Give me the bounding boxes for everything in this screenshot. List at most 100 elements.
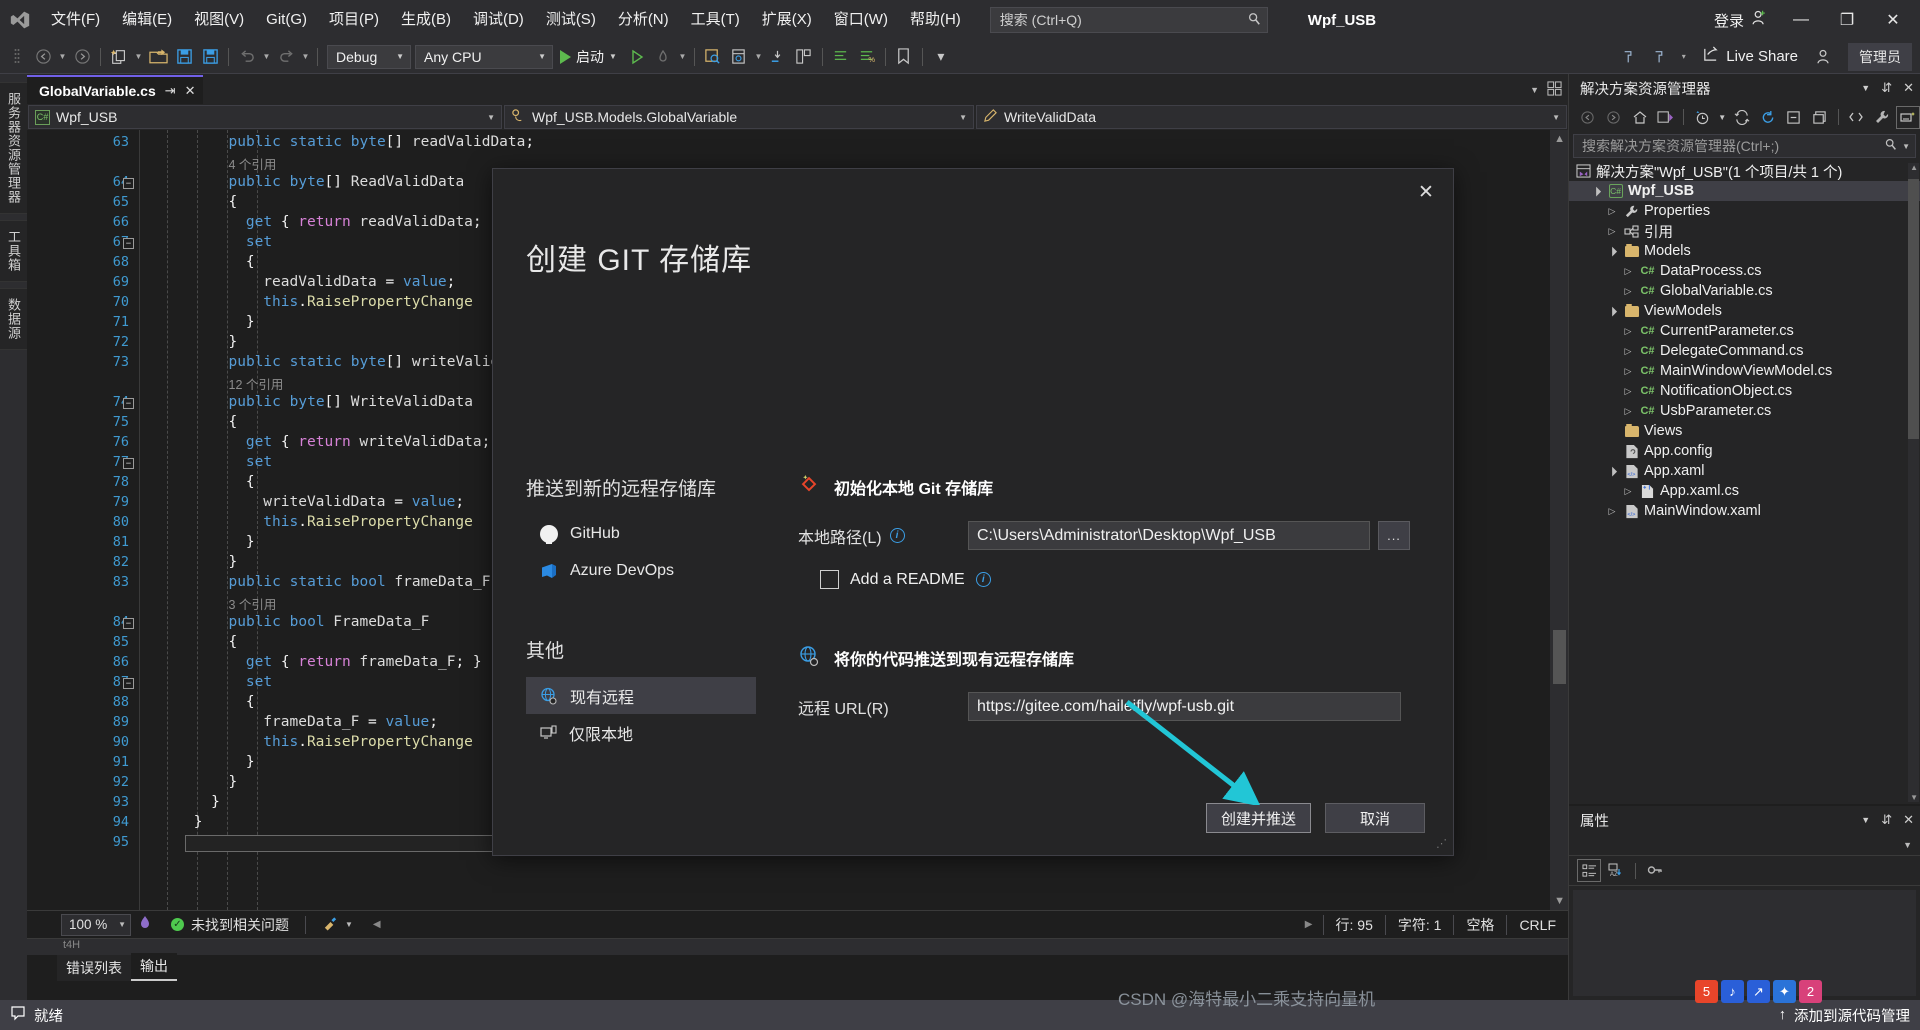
tool-options-icon[interactable] bbox=[1547, 80, 1562, 99]
chevron-right-icon[interactable]: ▷ bbox=[1621, 406, 1635, 417]
info-icon[interactable]: i bbox=[975, 572, 991, 587]
new-project-icon[interactable] bbox=[106, 44, 132, 70]
quick-search-input[interactable]: 搜索 (Ctrl+Q) bbox=[989, 7, 1268, 33]
chevron-right-icon[interactable]: ▷ bbox=[1621, 386, 1635, 397]
comment-icon[interactable] bbox=[828, 44, 854, 70]
alphabetical-view-icon[interactable]: AZ bbox=[1604, 859, 1628, 882]
left-tab-toolbox[interactable]: 工具箱 bbox=[0, 220, 28, 282]
tree-item-views[interactable]: Views bbox=[1569, 421, 1920, 441]
create-and-push-button[interactable]: 创建并推送 bbox=[1205, 803, 1311, 833]
nav-project-dropdown[interactable]: C# Wpf_USB ▼ bbox=[28, 105, 502, 129]
live-share-button[interactable]: Live Share bbox=[1694, 44, 1806, 70]
solution-root-row[interactable]: 解决方案"Wpf_USB"(1 个项目/共 1 个) bbox=[1569, 161, 1920, 181]
menu-project[interactable]: 项目(P) bbox=[318, 0, 390, 40]
menu-view[interactable]: 视图(V) bbox=[183, 0, 255, 40]
start-debugging-button[interactable]: 启动 ▼ bbox=[553, 44, 624, 70]
layout-icon[interactable] bbox=[791, 44, 817, 70]
tree-item-app-xaml[interactable]: ◢ </> App.xaml bbox=[1569, 461, 1920, 481]
code-cleanup-icon[interactable] bbox=[322, 915, 339, 934]
fold-toggle-icon[interactable]: − bbox=[123, 678, 134, 689]
collapse-all-icon[interactable] bbox=[1782, 106, 1806, 129]
new-project-dropdown-icon[interactable]: ▼ bbox=[132, 44, 145, 70]
redo-dropdown-icon[interactable]: ▼ bbox=[299, 44, 312, 70]
chevron-down-icon[interactable]: ◢ bbox=[1603, 242, 1621, 260]
dialog-close-button[interactable]: ✕ bbox=[1409, 177, 1443, 207]
fold-toggle-icon[interactable]: − bbox=[123, 238, 134, 249]
undo-icon[interactable] bbox=[234, 44, 260, 70]
tree-item-usbparameter-cs[interactable]: ▷ C# UsbParameter.cs bbox=[1569, 401, 1920, 421]
collapse-panel-icon[interactable]: ◀ bbox=[373, 919, 381, 930]
option-existing-remote[interactable]: 现有远程 bbox=[526, 677, 756, 714]
local-path-input[interactable]: C:\Users\Administrator\Desktop\Wpf_USB bbox=[968, 521, 1370, 550]
forward-icon[interactable] bbox=[1602, 106, 1626, 129]
menu-tools[interactable]: 工具(T) bbox=[680, 0, 751, 40]
sync-icon[interactable] bbox=[1730, 106, 1754, 129]
issues-indicator[interactable]: ✓ 未找到相关问题 bbox=[171, 915, 289, 935]
back-icon[interactable] bbox=[1576, 106, 1600, 129]
nav-member-dropdown[interactable]: WriteValidData ▼ bbox=[976, 105, 1567, 129]
fold-toggle-icon[interactable]: − bbox=[123, 458, 134, 469]
fold-toggle-icon[interactable]: − bbox=[123, 618, 134, 629]
fold-toggle-icon[interactable]: − bbox=[123, 178, 134, 189]
menu-test[interactable]: 测试(S) bbox=[535, 0, 607, 40]
tree-scroll-down-icon[interactable]: ▼ bbox=[1910, 793, 1918, 802]
tab-list-dropdown-icon[interactable]: ▼ bbox=[1530, 85, 1539, 95]
expand-panel-icon[interactable]: ▶ bbox=[1305, 919, 1323, 930]
left-tab-data-sources[interactable]: 数据源 bbox=[0, 288, 28, 350]
pending-changes-icon[interactable] bbox=[1690, 106, 1714, 129]
chevron-down-icon[interactable]: ◢ bbox=[1603, 462, 1621, 480]
sign-in-button[interactable]: 登录 bbox=[1704, 9, 1778, 31]
menu-edit[interactable]: 编辑(E) bbox=[111, 0, 183, 40]
remote-url-input[interactable]: https://gitee.com/haileifly/wpf-usb.git bbox=[968, 692, 1401, 721]
provider-github[interactable]: GitHub bbox=[526, 515, 756, 552]
tree-item-delegatecommand-cs[interactable]: ▷ C# DelegateCommand.cs bbox=[1569, 341, 1920, 361]
tree-item-notificationobject-cs[interactable]: ▷ C# NotificationObject.cs bbox=[1569, 381, 1920, 401]
hot-reload-dropdown-icon[interactable]: ▼ bbox=[676, 44, 689, 70]
editor-vertical-scrollbar[interactable]: ▲ ▼ bbox=[1550, 130, 1568, 910]
navigate-back-icon[interactable] bbox=[30, 44, 56, 70]
chevron-right-icon[interactable]: ▷ bbox=[1605, 206, 1619, 217]
chevron-down-icon[interactable]: ◢ bbox=[1587, 182, 1605, 200]
start-without-debugging-icon[interactable] bbox=[624, 44, 650, 70]
navigate-forward-icon[interactable] bbox=[69, 44, 95, 70]
events-key-icon[interactable] bbox=[1643, 859, 1667, 882]
tree-item-dataprocess-cs[interactable]: ▷ C# DataProcess.cs bbox=[1569, 261, 1920, 281]
menu-git[interactable]: Git(G) bbox=[255, 0, 318, 40]
categorized-view-icon[interactable] bbox=[1577, 859, 1601, 882]
live-visual-tree-icon[interactable] bbox=[726, 44, 752, 70]
home-icon[interactable] bbox=[1628, 106, 1652, 129]
account-icon[interactable] bbox=[1810, 44, 1836, 70]
left-tab-server-explorer[interactable]: 服务器资源管理器 bbox=[0, 82, 28, 214]
menu-debug[interactable]: 调试(D) bbox=[462, 0, 535, 40]
chevron-right-icon[interactable]: ▷ bbox=[1621, 266, 1635, 277]
save-all-icon[interactable] bbox=[197, 44, 223, 70]
close-icon[interactable]: ✕ bbox=[1903, 80, 1914, 96]
tree-item--[interactable]: ▷ 引用 bbox=[1569, 221, 1920, 241]
provider-azure-devops[interactable]: Azure DevOps bbox=[526, 552, 756, 589]
menu-analyze[interactable]: 分析(N) bbox=[607, 0, 680, 40]
tree-scroll-up-icon[interactable]: ▲ bbox=[1910, 163, 1918, 172]
fold-toggle-icon[interactable]: − bbox=[123, 398, 134, 409]
tree-scrollbar[interactable] bbox=[1908, 163, 1919, 802]
code-cleanup-dropdown-icon[interactable]: ▼ bbox=[345, 920, 353, 929]
step-into-icon[interactable] bbox=[765, 44, 791, 70]
chevron-right-icon[interactable]: ▷ bbox=[1605, 506, 1619, 517]
chevron-right-icon[interactable]: ▷ bbox=[1621, 486, 1635, 497]
add-to-source-control-button[interactable]: 添加到源代码管理 bbox=[1794, 1005, 1910, 1026]
tree-item-models[interactable]: ◢ Models bbox=[1569, 241, 1920, 261]
close-icon[interactable]: ✕ bbox=[1903, 812, 1914, 828]
add-readme-checkbox[interactable] bbox=[820, 570, 839, 589]
menu-extensions[interactable]: 扩展(X) bbox=[751, 0, 823, 40]
scroll-down-icon[interactable]: ▼ bbox=[1554, 895, 1565, 907]
pin-tab-icon[interactable]: ⇥ bbox=[165, 83, 176, 99]
tree-item-currentparameter-cs[interactable]: ▷ C# CurrentParameter.cs bbox=[1569, 321, 1920, 341]
nav-type-dropdown[interactable]: Wpf_USB.Models.GlobalVariable ▼ bbox=[504, 105, 974, 129]
option-local-only[interactable]: 仅限本地 bbox=[526, 714, 756, 751]
editor-zoom-dropdown[interactable]: 100 % ▼ bbox=[61, 913, 131, 936]
tree-item-mainwindow-xaml[interactable]: ▷ </> MainWindow.xaml bbox=[1569, 501, 1920, 521]
extension-icon-1[interactable] bbox=[1617, 44, 1643, 70]
document-tab-globalvariable[interactable]: GlobalVariable.cs ⇥ ✕ bbox=[27, 75, 203, 104]
extension-overflow-icon[interactable]: ▾ bbox=[1677, 44, 1690, 70]
close-window-button[interactable]: ✕ bbox=[1870, 0, 1916, 40]
tree-item-viewmodels[interactable]: ◢ ViewModels bbox=[1569, 301, 1920, 321]
